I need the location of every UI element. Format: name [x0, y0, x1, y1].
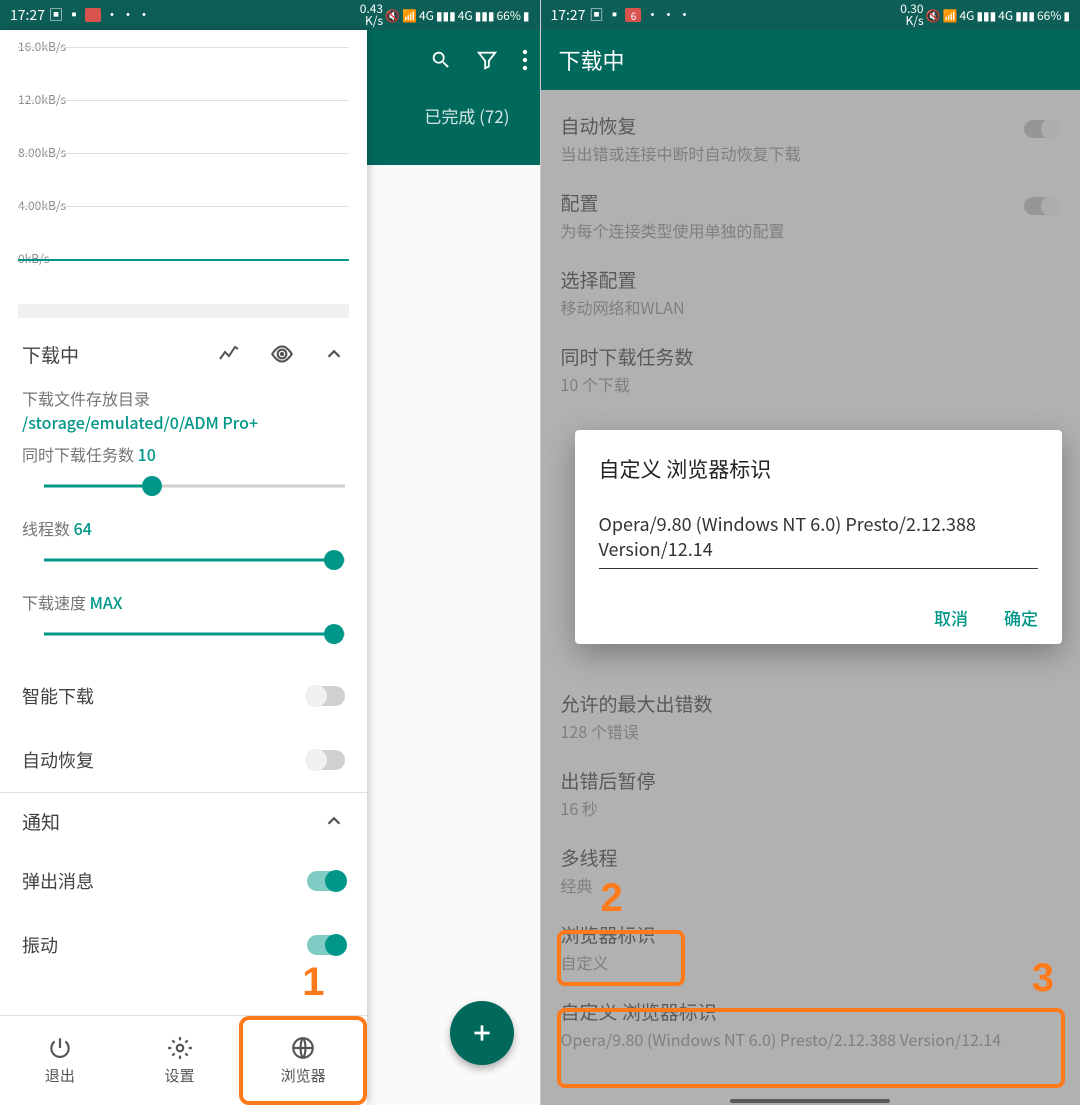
signal-bars-icon: ▮▮▮	[1015, 7, 1035, 24]
power-icon	[47, 1035, 73, 1061]
notification-badge-icon: 6	[625, 8, 641, 22]
annotation-1: 1	[302, 960, 324, 1005]
speed-slider[interactable]	[22, 622, 345, 646]
more-icon: •••	[645, 5, 693, 25]
navigation-drawer: 16.0kB/s 12.0kB/s 8.00kB/s 4.00kB/s 0kB/…	[0, 30, 367, 1105]
fab-add[interactable]	[450, 1001, 514, 1065]
wifi-icon: 📶	[943, 7, 958, 24]
ok-button[interactable]: 确定	[1004, 605, 1038, 630]
signal-bars-icon: ▮▮▮	[475, 7, 495, 24]
gear-icon	[167, 1035, 193, 1061]
signal-4g-icon: 4G	[419, 7, 434, 24]
user-agent-input[interactable]: Opera/9.80 (Windows NT 6.0) Presto/2.12.…	[599, 512, 1039, 569]
wifi-icon: 📶	[402, 7, 417, 24]
dialog-title: 自定义 浏览器标识	[599, 454, 1039, 484]
annotation-3: 3	[1032, 956, 1054, 1001]
mute-icon: 🔇	[385, 7, 400, 24]
signal-4g-icon: 4G	[960, 7, 975, 24]
signal-4g-icon: 4G	[458, 7, 473, 24]
status-bar: 17:27 ▣ ▪ 6 ••• 0.30K/s 🔇 📶 4G ▮▮▮ 4G ▮▮…	[541, 0, 1080, 30]
section-notify: 通知	[22, 808, 60, 835]
battery-label: 66%	[1037, 7, 1061, 24]
smart-download-label: 智能下载	[22, 683, 94, 709]
speed-label: 下载速度	[22, 590, 86, 614]
chart-line-icon[interactable]	[217, 342, 241, 366]
filter-icon[interactable]	[476, 49, 498, 71]
battery-label: 66%	[497, 7, 521, 24]
vibrate-switch[interactable]	[307, 935, 345, 955]
search-icon[interactable]	[430, 49, 452, 71]
popup-msg-label: 弹出消息	[22, 868, 94, 894]
smart-download-switch[interactable]	[307, 686, 345, 706]
vibrate-label: 振动	[22, 932, 58, 958]
section-downloading: 下载中	[22, 341, 79, 368]
plus-icon	[469, 1020, 495, 1046]
concurrent-label: 同时下载任务数	[22, 442, 134, 466]
overflow-menu-icon[interactable]	[522, 49, 528, 71]
battery-icon: ▮	[523, 7, 530, 24]
download-dir-value[interactable]: /storage/emulated/0/ADM Pro+	[22, 410, 345, 434]
nav-exit[interactable]: 退出	[0, 1016, 120, 1105]
threads-value: 64	[74, 516, 92, 540]
settings-header: 下载中	[541, 30, 1080, 90]
auto-resume-label: 自动恢复	[22, 747, 94, 773]
battery-icon: ▮	[1063, 7, 1070, 24]
concurrent-slider[interactable]	[22, 474, 345, 498]
eye-icon[interactable]	[269, 341, 295, 367]
more-icon: •••	[105, 5, 153, 25]
annotation-box-3	[557, 1008, 1065, 1088]
annotation-2: 2	[601, 876, 623, 921]
auto-resume-switch[interactable]	[307, 750, 345, 770]
notification-badge-icon	[85, 8, 101, 22]
bottom-nav: 退出 设置 浏览器	[0, 1015, 367, 1105]
status-time: 17:27	[551, 5, 586, 25]
phone-left: 17:27 ▣ ▪ ••• 0.43K/s 🔇 📶 4G ▮▮▮ 4G ▮▮▮ …	[0, 0, 540, 1105]
concurrent-value: 10	[138, 442, 156, 466]
annotation-box-2	[557, 930, 685, 986]
image-icon: ▣	[589, 5, 603, 25]
speed-value: MAX	[90, 590, 123, 614]
chevron-up-icon[interactable]	[323, 343, 345, 365]
chat-icon: ▪	[67, 5, 81, 25]
user-agent-dialog: 自定义 浏览器标识 Opera/9.80 (Windows NT 6.0) Pr…	[575, 430, 1063, 644]
chat-icon: ▪	[607, 5, 621, 25]
threads-slider[interactable]	[22, 548, 345, 572]
phone-right: 17:27 ▣ ▪ 6 ••• 0.30K/s 🔇 📶 4G ▮▮▮ 4G ▮▮…	[540, 0, 1080, 1105]
status-time: 17:27	[10, 5, 45, 25]
nav-browser[interactable]: 浏览器	[239, 1016, 367, 1105]
signal-4g-icon: 4G	[998, 7, 1013, 24]
chevron-up-icon[interactable]	[323, 810, 345, 832]
globe-icon	[290, 1035, 316, 1061]
status-bar: 17:27 ▣ ▪ ••• 0.43K/s 🔇 📶 4G ▮▮▮ 4G ▮▮▮ …	[0, 0, 540, 30]
popup-msg-switch[interactable]	[307, 871, 345, 891]
signal-bars-icon: ▮▮▮	[976, 7, 996, 24]
signal-bars-icon: ▮▮▮	[436, 7, 456, 24]
main-content-bg	[367, 165, 540, 1105]
mute-icon: 🔇	[926, 7, 941, 24]
cancel-button[interactable]: 取消	[934, 605, 968, 630]
image-icon: ▣	[49, 5, 63, 25]
speed-chart: 16.0kB/s 12.0kB/s 8.00kB/s 4.00kB/s 0kB/…	[0, 30, 367, 290]
nav-settings[interactable]: 设置	[120, 1016, 240, 1105]
threads-label: 线程数	[22, 516, 70, 540]
download-dir-label: 下载文件存放目录	[22, 386, 345, 410]
